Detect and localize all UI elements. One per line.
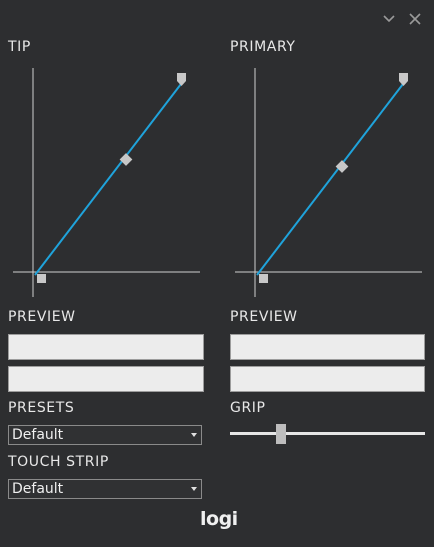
minimize-button[interactable] <box>380 10 398 28</box>
tip-mid-handle[interactable] <box>119 153 133 166</box>
primary-pressure-curve[interactable] <box>232 65 427 300</box>
presets-select[interactable]: Default <box>8 425 202 445</box>
pen-settings-window: TIP PRIMARY PREVIEW PREVIEW PRESETS Defa… <box>0 0 434 547</box>
primary-end-handle[interactable] <box>399 73 408 86</box>
tip-curve-line <box>34 83 182 276</box>
preview-label-left: PREVIEW <box>8 309 76 325</box>
dropdown-arrow-icon <box>191 487 197 491</box>
dropdown-arrow-icon <box>191 433 197 437</box>
grip-slider-track[interactable] <box>230 432 425 435</box>
tip-start-handle[interactable] <box>37 274 46 283</box>
grip-slider-thumb[interactable] <box>275 424 286 444</box>
close-button[interactable] <box>406 10 424 28</box>
tip-preview-area-2[interactable] <box>8 366 204 392</box>
touch-strip-selected-value: Default <box>12 481 64 497</box>
primary-start-handle[interactable] <box>259 274 268 283</box>
tip-end-handle[interactable] <box>177 73 186 86</box>
primary-label: PRIMARY <box>230 39 296 55</box>
primary-preview-area-2[interactable] <box>230 366 425 392</box>
logi-logo: logi <box>200 508 238 530</box>
tip-preview-area-1[interactable] <box>8 334 204 360</box>
preview-label-right: PREVIEW <box>230 309 298 325</box>
tip-pressure-curve[interactable] <box>10 65 205 300</box>
primary-curve-line <box>256 83 404 276</box>
presets-label: PRESETS <box>8 400 75 416</box>
tip-label: TIP <box>8 39 31 55</box>
chevron-down-icon <box>383 15 395 23</box>
grip-label: GRIP <box>230 400 266 416</box>
presets-selected-value: Default <box>12 427 64 443</box>
touch-strip-select[interactable]: Default <box>8 479 202 499</box>
close-icon <box>409 13 421 25</box>
primary-preview-area-1[interactable] <box>230 334 425 360</box>
touch-strip-label: TOUCH STRIP <box>8 454 109 470</box>
